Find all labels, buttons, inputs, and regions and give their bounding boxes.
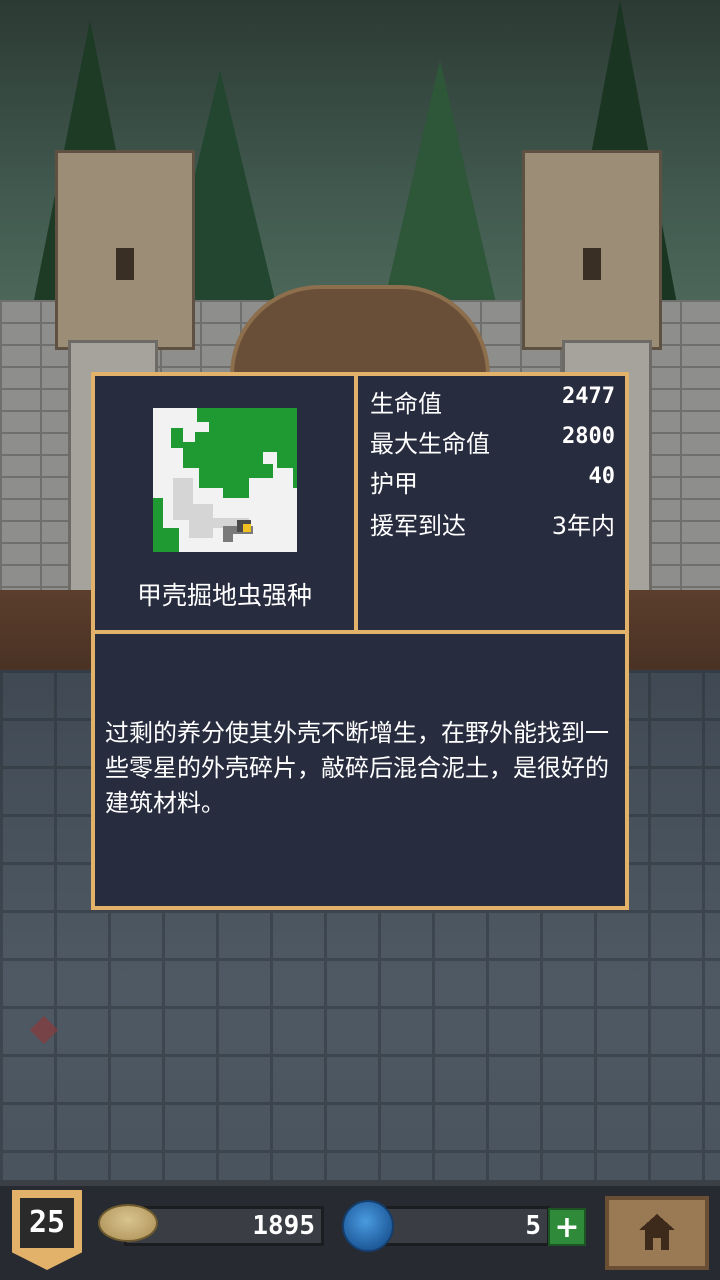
stats-list: 生命值 2477 最大生命值 2800 护甲 40 援军到达 3年内 (358, 376, 625, 630)
stat-value: 40 (588, 464, 616, 489)
stat-label: 援军到达 (370, 512, 466, 540)
pine-tree (380, 60, 500, 320)
home-button[interactable] (605, 1196, 709, 1270)
right-tower (522, 150, 662, 350)
gold-coin-icon (98, 1204, 158, 1242)
gem-amount: 5 (525, 1211, 541, 1241)
level-badge[interactable]: 25 (12, 1190, 82, 1270)
stat-label: 生命值 (370, 390, 442, 418)
portrait-cell: 甲壳掘地虫强种 (95, 376, 358, 630)
enemy-info-panel[interactable]: 甲壳掘地虫强种 生命值 2477 最大生命值 2800 护甲 40 援军到达 3… (91, 372, 629, 910)
level-number: 25 (20, 1198, 74, 1248)
enemy-description: 过剩的养分使其外壳不断增生，在野外能找到一些零星的外壳碎片，敲碎后混合泥土，是很… (105, 719, 609, 817)
stat-row-armor: 护甲 40 (370, 464, 615, 500)
blue-gem-icon (342, 1200, 394, 1252)
stat-label: 最大生命值 (370, 430, 490, 458)
enemy-name: 甲壳掘地虫强种 (136, 581, 312, 610)
stat-row-hp: 生命值 2477 (370, 384, 615, 420)
stat-row-max-hp: 最大生命值 2800 (370, 424, 615, 460)
add-gems-button[interactable]: + (548, 1208, 586, 1246)
panel-header: 甲壳掘地虫强种 生命值 2477 最大生命值 2800 护甲 40 援军到达 3… (95, 376, 625, 634)
armored-burrower-bug-icon (153, 408, 297, 552)
stat-value: 2477 (562, 384, 615, 409)
stat-value: 2800 (562, 424, 615, 449)
stat-value: 3年内 (551, 512, 615, 540)
stat-label: 护甲 (370, 470, 418, 498)
bottom-hud: 25 1895 5 + (0, 1180, 720, 1280)
gem-bar: 5 (370, 1206, 550, 1246)
home-icon (639, 1214, 675, 1250)
gold-amount: 1895 (252, 1211, 315, 1241)
stat-row-reinforcement: 援军到达 3年内 (370, 506, 615, 542)
left-tower (55, 150, 195, 350)
